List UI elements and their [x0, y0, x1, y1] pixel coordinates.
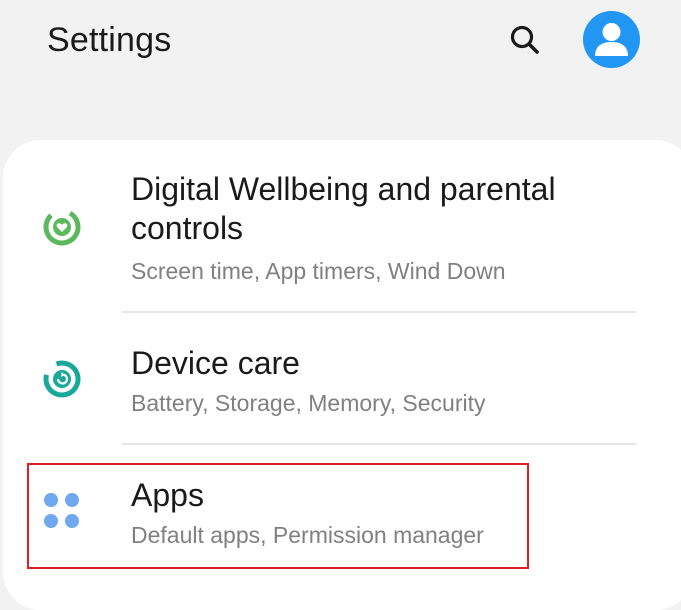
settings-item-device-care[interactable]: Device care Battery, Storage, Memory, Se… [0, 313, 681, 443]
device-care-subtitle: Battery, Storage, Memory, Security [131, 390, 486, 416]
digital-wellbeing-icon [43, 208, 81, 246]
app-header: Settings [0, 0, 681, 110]
apps-highlight-box [27, 463, 529, 569]
digital-wellbeing-subtitle: Screen time, App timers, Wind Down [131, 258, 506, 284]
digital-wellbeing-title: Digital Wellbeing and parental controls [131, 171, 556, 246]
account-avatar-icon [595, 23, 628, 56]
search-icon [510, 25, 539, 54]
settings-item-digital-wellbeing[interactable]: Digital Wellbeing and parental controls … [0, 160, 681, 310]
device-care-icon [43, 360, 81, 398]
device-care-title: Device care [131, 345, 300, 381]
page-title: Settings [47, 21, 172, 59]
account-avatar-button[interactable] [583, 11, 640, 68]
search-button[interactable] [505, 20, 545, 60]
